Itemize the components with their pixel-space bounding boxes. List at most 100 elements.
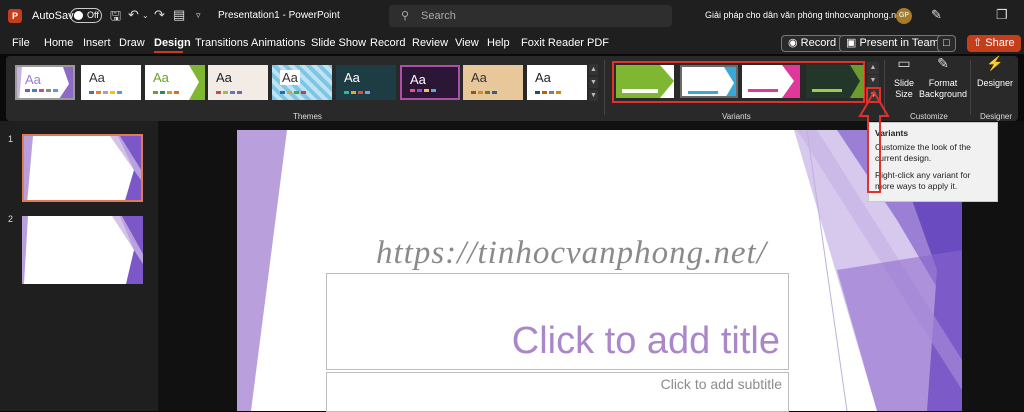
tab-design[interactable]: Design: [154, 37, 191, 49]
theme-sample-text: Aa: [535, 70, 551, 85]
slide-thumb-decoration: [24, 136, 141, 200]
ribbon-separator: [604, 60, 605, 115]
variants-group-label: Variants: [722, 112, 751, 121]
slide-size-icon: ▭: [897, 55, 911, 71]
slide-thumbnail-1[interactable]: [22, 134, 143, 202]
theme-sample-text: Aa: [216, 70, 232, 85]
tooltip-description: Customize the look of the current design…: [875, 142, 971, 163]
format-background-icon: ✎: [937, 55, 949, 71]
designer-group-label: Designer: [980, 112, 1013, 121]
variants-scroll-down-icon[interactable]: ▼: [867, 75, 879, 87]
designer-button[interactable]: ⚡ Designer: [975, 56, 1015, 89]
subtitle-placeholder-text: Click to add subtitle: [660, 376, 782, 392]
variant-decoration: [688, 67, 736, 96]
account-name[interactable]: Giải pháp cho dân văn phòng tinhocvanpho…: [705, 10, 904, 20]
slide-thumb-decoration: [22, 216, 143, 284]
tab-help[interactable]: Help: [487, 37, 510, 49]
variant-decoration: [616, 65, 674, 98]
theme-6[interactable]: Aa: [336, 65, 396, 100]
theme-2[interactable]: Aa: [81, 65, 141, 100]
theme-9[interactable]: Aa: [527, 65, 587, 100]
tab-slide-show[interactable]: Slide Show: [311, 37, 366, 49]
autosave-toggle[interactable]: Off: [70, 8, 102, 23]
variant-decoration: [748, 65, 800, 98]
record-label: Record: [800, 37, 837, 49]
avatar[interactable]: GP: [896, 8, 912, 24]
restore-window-icon[interactable]: ❐: [996, 7, 1008, 23]
theme-sample-text: Aa: [89, 70, 105, 85]
theme-sample-text: Aa: [344, 70, 360, 85]
variant-1[interactable]: [616, 65, 674, 98]
presentation-start-icon[interactable]: ▤: [173, 7, 185, 23]
tab-insert[interactable]: Insert: [83, 37, 111, 49]
undo-dropdown-icon[interactable]: ⌄: [142, 11, 149, 20]
themes-more-icon[interactable]: ▼: [589, 90, 598, 101]
customize-toolbar-icon[interactable]: ▿: [196, 10, 201, 21]
theme-sample-text: Aa: [471, 70, 487, 85]
themes-group-label: Themes: [293, 112, 322, 121]
variant-3[interactable]: [742, 65, 800, 98]
theme-8[interactable]: Aa: [463, 65, 523, 100]
watermark-text: https://tinhocvanphong.net/: [376, 235, 767, 271]
theme-color-bars: [280, 91, 306, 94]
themes-scroll-down-icon[interactable]: ▼: [589, 77, 598, 88]
document-title: Presentation1 - PowerPoint: [218, 10, 340, 21]
theme-office[interactable]: Aa: [15, 65, 75, 100]
comments-icon[interactable]: □: [937, 35, 956, 52]
theme-sample-text: Aa: [153, 70, 169, 85]
theme-color-bars: [25, 89, 58, 92]
tab-file[interactable]: File: [12, 37, 30, 49]
record-button[interactable]: ◉ Record: [781, 35, 844, 52]
powerpoint-logo-icon: P: [8, 9, 22, 23]
pen-icon[interactable]: ✎: [931, 7, 942, 23]
search-placeholder: Search: [421, 10, 456, 22]
tab-review[interactable]: Review: [412, 37, 448, 49]
theme-color-bars: [89, 91, 122, 94]
title-placeholder[interactable]: Click to add title: [326, 273, 789, 370]
theme-color-bars: [471, 91, 497, 94]
present-in-teams-button[interactable]: ▣ Present in Teams: [839, 35, 952, 52]
tab-record[interactable]: Record: [370, 37, 405, 49]
slide-number: 2: [8, 214, 14, 224]
variants-scroll-up-icon[interactable]: ▲: [867, 62, 879, 74]
theme-3[interactable]: Aa: [145, 65, 205, 100]
share-button[interactable]: ⇧ Share ⌄: [967, 35, 1021, 66]
title-placeholder-text: Click to add title: [511, 320, 780, 362]
slide-thumbnail-2[interactable]: [22, 216, 143, 284]
slide-size-button[interactable]: ▭ Slide Size: [889, 55, 919, 100]
save-icon[interactable]: 🖫: [110, 7, 121, 29]
undo-icon[interactable]: ↶: [128, 7, 139, 23]
format-background-label: Format Background: [919, 78, 968, 99]
tab-foxit-reader-pdf[interactable]: Foxit Reader PDF: [521, 37, 609, 49]
tooltip-hint: Right-click any variant for more ways to…: [875, 170, 971, 191]
tab-home[interactable]: Home: [44, 37, 73, 49]
tab-view[interactable]: View: [455, 37, 479, 49]
theme-4[interactable]: Aa: [208, 65, 268, 100]
theme-color-bars: [535, 91, 561, 94]
subtitle-placeholder[interactable]: Click to add subtitle: [326, 372, 789, 412]
themes-scroll-up-icon[interactable]: ▲: [589, 64, 598, 75]
theme-sample-text: Aa: [25, 72, 41, 87]
search-icon: ⚲: [401, 10, 410, 22]
designer-label: Designer: [976, 78, 1014, 88]
tab-draw[interactable]: Draw: [119, 37, 145, 49]
active-tab-indicator: [154, 51, 183, 53]
search-input[interactable]: ⚲ Search: [389, 5, 672, 27]
redo-icon[interactable]: ↷: [154, 7, 165, 23]
variant-2[interactable]: [680, 65, 738, 98]
annotation-arrow-icon: [858, 90, 890, 193]
tooltip-title: Variants: [875, 128, 909, 138]
tab-animations[interactable]: Animations: [251, 37, 305, 49]
slide-number: 1: [8, 134, 14, 144]
tab-transitions[interactable]: Transitions: [195, 37, 248, 49]
theme-color-bars: [410, 89, 436, 92]
theme-7[interactable]: Aa: [400, 65, 460, 100]
theme-sample-text: Aa: [410, 72, 426, 87]
theme-color-bars: [344, 91, 370, 94]
theme-5[interactable]: Aa: [272, 65, 332, 100]
customize-group-label: Customize: [910, 112, 948, 121]
slide-size-label: Slide Size: [893, 78, 914, 99]
share-label: Share: [985, 37, 1015, 49]
format-background-button[interactable]: ✎ Format Background: [919, 55, 968, 100]
theme-color-bars: [153, 91, 179, 94]
